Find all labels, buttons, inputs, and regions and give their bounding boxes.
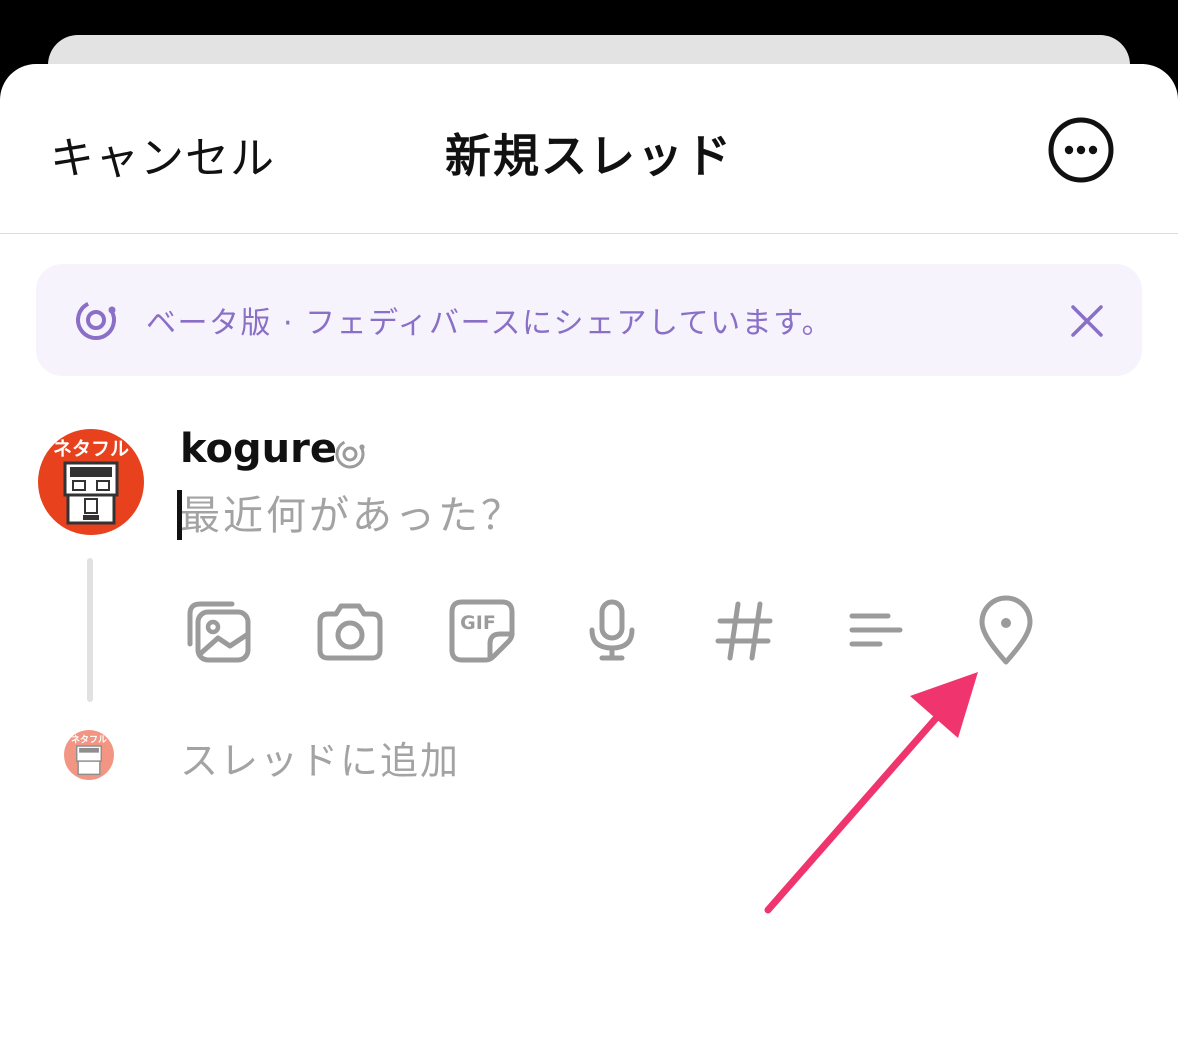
compose-input[interactable]: 最近何があった？ bbox=[180, 488, 1080, 544]
location-pin-icon bbox=[979, 595, 1033, 665]
sheet-header: キャンセル 新規スレッド bbox=[0, 64, 1178, 234]
gallery-icon bbox=[187, 601, 251, 663]
location-button[interactable] bbox=[970, 594, 1042, 666]
avatar[interactable]: ネタフル bbox=[38, 429, 144, 535]
camera-icon bbox=[317, 603, 383, 661]
avatar-logo-text: ネタフル bbox=[53, 438, 129, 460]
camera-button[interactable] bbox=[314, 594, 386, 666]
voice-button[interactable] bbox=[576, 594, 648, 666]
microphone-icon bbox=[589, 599, 635, 661]
small-avatar-logo-text: ネタフル bbox=[71, 733, 107, 745]
hashtag-button[interactable] bbox=[708, 594, 780, 666]
fediverse-icon bbox=[76, 300, 116, 340]
username: kogure bbox=[180, 426, 337, 472]
gallery-button[interactable] bbox=[182, 594, 254, 666]
gif-button[interactable]: GIF bbox=[446, 594, 518, 666]
small-avatar: ネタフル bbox=[64, 730, 114, 780]
new-thread-sheet: キャンセル 新規スレッド ベータ版 · フェディバースにシェアしています。 ネタ… bbox=[0, 64, 1178, 1054]
hashtag-icon bbox=[715, 601, 773, 661]
more-options-button[interactable] bbox=[1048, 117, 1114, 183]
thread-connector-line bbox=[87, 558, 93, 702]
banner-text: ベータ版 · フェディバースにシェアしています。 bbox=[146, 306, 834, 341]
attachment-toolbar: GIF bbox=[180, 594, 1060, 666]
close-icon[interactable] bbox=[1068, 302, 1106, 340]
fediverse-beta-banner: ベータ版 · フェディバースにシェアしています。 bbox=[36, 264, 1142, 376]
gif-icon-label: GIF bbox=[460, 612, 496, 634]
ellipsis-circle-icon bbox=[1048, 117, 1114, 183]
fediverse-badge-icon bbox=[335, 439, 365, 469]
add-to-thread-button[interactable]: スレッドに追加 bbox=[180, 730, 460, 785]
gif-icon: GIF bbox=[449, 599, 515, 663]
poll-icon bbox=[849, 613, 903, 647]
page-title: 新規スレッド bbox=[445, 129, 733, 183]
poll-button[interactable] bbox=[840, 594, 912, 666]
